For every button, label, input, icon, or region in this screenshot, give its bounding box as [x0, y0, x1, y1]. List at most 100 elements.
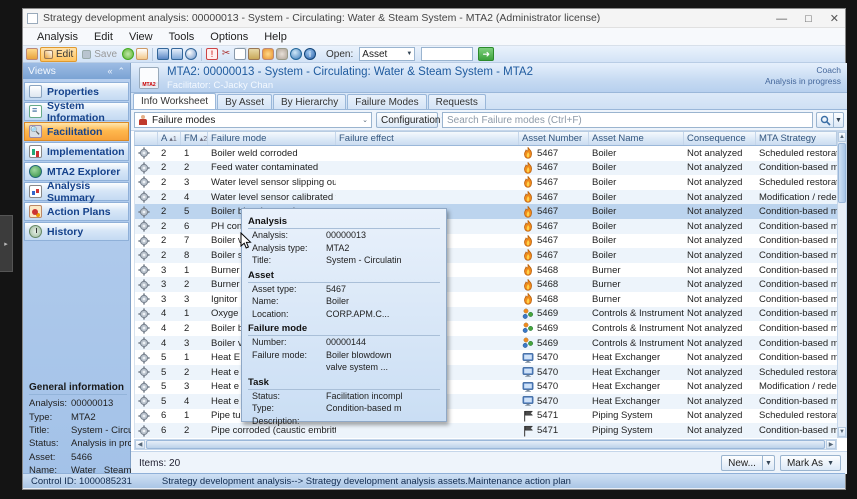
sidebar-item-analysis-summary[interactable]: Analysis Summary: [24, 180, 129, 204]
sidebar-item-history[interactable]: History: [24, 222, 129, 241]
column-header-fm[interactable]: FM ▴2: [181, 132, 208, 145]
sidebar-item-implementation[interactable]: Implementation: [24, 142, 129, 161]
layout-view-icon[interactable]: [171, 48, 184, 60]
column-header-consequence[interactable]: Consequence: [684, 132, 756, 145]
screen-edge-overlay: ▸: [0, 215, 13, 272]
open-id-input[interactable]: [421, 47, 474, 61]
cell-asset-number: 5468: [519, 263, 589, 278]
row-gear-cell: [135, 175, 158, 190]
minimize-button[interactable]: —: [776, 13, 787, 25]
table-row[interactable]: 62Pipe corroded (caustic embrittlement)5…: [135, 423, 837, 438]
cell-a: 5: [161, 381, 167, 393]
info-icon[interactable]: i: [304, 48, 317, 60]
menu-item-options[interactable]: Options: [202, 30, 256, 44]
cell-mta-strategy: Condition-based maintena: [759, 220, 837, 232]
asset-number-value: 5467: [537, 249, 559, 261]
sidebar-item-mta2-explorer[interactable]: MTA2 Explorer: [24, 162, 129, 181]
collapse-sidebar-button[interactable]: «: [107, 66, 112, 76]
mark-as-button[interactable]: Mark As ▼: [779, 455, 841, 471]
tab-info-worksheet[interactable]: Info Worksheet: [133, 93, 217, 109]
table-row[interactable]: 2 2 Feed water contaminated 5467 Boiler Not a…: [135, 160, 837, 176]
gear-icon: [138, 381, 150, 393]
menu-item-analysis[interactable]: Analysis: [29, 30, 86, 44]
cell-asset-number: 5467: [519, 219, 589, 234]
failure-modes-combo[interactable]: Failure modes ⌄: [134, 112, 372, 128]
tab-requests[interactable]: Requests: [427, 94, 486, 109]
refresh-icon[interactable]: [122, 48, 135, 60]
column-header-asset-number[interactable]: Asset Number: [519, 132, 589, 145]
column-header-a[interactable]: A ▴1: [158, 132, 181, 145]
globe-icon[interactable]: [290, 48, 303, 60]
cell-a: 2: [161, 206, 167, 218]
flame-icon: [524, 293, 532, 305]
cell-fm: 3: [184, 381, 190, 393]
page-icon: [29, 85, 42, 98]
close-button[interactable]: ✕: [830, 12, 839, 25]
scrollbar-thumb[interactable]: [146, 440, 825, 449]
cell-asset-number: 5467: [519, 175, 589, 190]
search-input[interactable]: Search Failure modes (Ctrl+F): [442, 112, 813, 128]
vertical-scrollbar[interactable]: ▲ ▼: [837, 131, 847, 438]
new-analysis-icon[interactable]: [26, 48, 38, 60]
sidebar-item-system-information[interactable]: System Information: [24, 100, 129, 124]
maximize-button[interactable]: □: [805, 13, 812, 25]
scrollbar-thumb[interactable]: [838, 143, 846, 203]
cell-mta-strategy: Condition-based maintena: [759, 279, 837, 291]
cell-fm: 4: [184, 395, 190, 407]
go-button[interactable]: ➜: [478, 47, 495, 61]
asset-number-value: 5469: [537, 337, 559, 349]
scroll-right-arrow[interactable]: ▶: [826, 440, 836, 449]
menu-item-view[interactable]: View: [121, 30, 161, 44]
thumbs-down-icon[interactable]: [276, 48, 289, 60]
column-header-failure-effect[interactable]: Failure effect: [336, 132, 519, 145]
new-button-dropdown[interactable]: ▼: [762, 455, 775, 471]
new-button[interactable]: New...: [721, 455, 763, 471]
sidebar-item-action-plans[interactable]: Action Plans: [24, 202, 129, 221]
column-header-mta-strategy[interactable]: MTA Strategy: [756, 132, 841, 145]
tab-by-hierarchy[interactable]: By Hierarchy: [272, 94, 347, 109]
paste-icon[interactable]: [248, 48, 261, 60]
thumbs-up-icon[interactable]: [262, 48, 275, 60]
search-button[interactable]: [816, 112, 834, 128]
horizontal-scrollbar[interactable]: ◀ ▶: [134, 439, 837, 450]
sidebar-item-properties[interactable]: Properties: [24, 82, 129, 101]
search-options-dropdown[interactable]: ▼: [834, 112, 844, 128]
table-row[interactable]: 2 3 Water level sensor slipping out of adj…: [135, 175, 837, 190]
edit-button[interactable]: Edit: [40, 46, 78, 62]
column-header-failure-mode[interactable]: Failure mode: [208, 132, 336, 145]
zoom-icon[interactable]: [185, 48, 198, 60]
menu-item-help[interactable]: Help: [256, 30, 295, 44]
gear-icon: [138, 293, 150, 305]
alert-icon[interactable]: !: [206, 48, 219, 60]
table-row[interactable]: 2 1 Boiler weld corroded 5467 Boiler Not anal…: [135, 146, 837, 161]
pin-sidebar-button[interactable]: ⌃: [117, 66, 125, 77]
tab-by-asset[interactable]: By Asset: [217, 94, 272, 109]
copy-icon[interactable]: [234, 48, 247, 60]
sidebar-item-facilitation[interactable]: Facilitation: [24, 122, 129, 141]
tooltip-row: Title: System - Circulatin: [248, 254, 440, 267]
table-row[interactable]: 2 4 Water level sensor calibrated too high…: [135, 189, 837, 205]
flame-icon: [524, 278, 532, 291]
column-header-icon[interactable]: [135, 132, 158, 145]
cell-consequence: Not analyzed: [687, 410, 743, 422]
cut-icon[interactable]: ✂: [220, 48, 232, 60]
cell-a: 4: [161, 308, 167, 320]
menu-item-edit[interactable]: Edit: [86, 30, 121, 44]
open-target-combo[interactable]: Asset ▼: [359, 47, 416, 61]
menu-item-tools[interactable]: Tools: [161, 30, 203, 44]
configuration-button[interactable]: Configuration ▼: [376, 112, 446, 128]
controls-instrumentation-icon: [522, 337, 534, 348]
scroll-up-arrow[interactable]: ▲: [838, 132, 846, 142]
column-header-asset-name[interactable]: Asset Name: [589, 132, 684, 145]
table-view-icon[interactable]: [157, 48, 170, 60]
scroll-down-arrow[interactable]: ▼: [838, 427, 846, 437]
tab-failure-modes[interactable]: Failure Modes: [347, 94, 427, 109]
scroll-left-arrow[interactable]: ◀: [135, 440, 145, 449]
save-button[interactable]: Save: [79, 47, 120, 62]
cell-a: 6: [161, 425, 167, 437]
cell-asset-name: Piping System: [592, 410, 653, 422]
export-icon[interactable]: [136, 48, 149, 60]
save-button-label: Save: [94, 48, 118, 60]
person-icon: [138, 114, 148, 126]
application-window: Strategy development analysis: 00000013 …: [22, 8, 847, 490]
